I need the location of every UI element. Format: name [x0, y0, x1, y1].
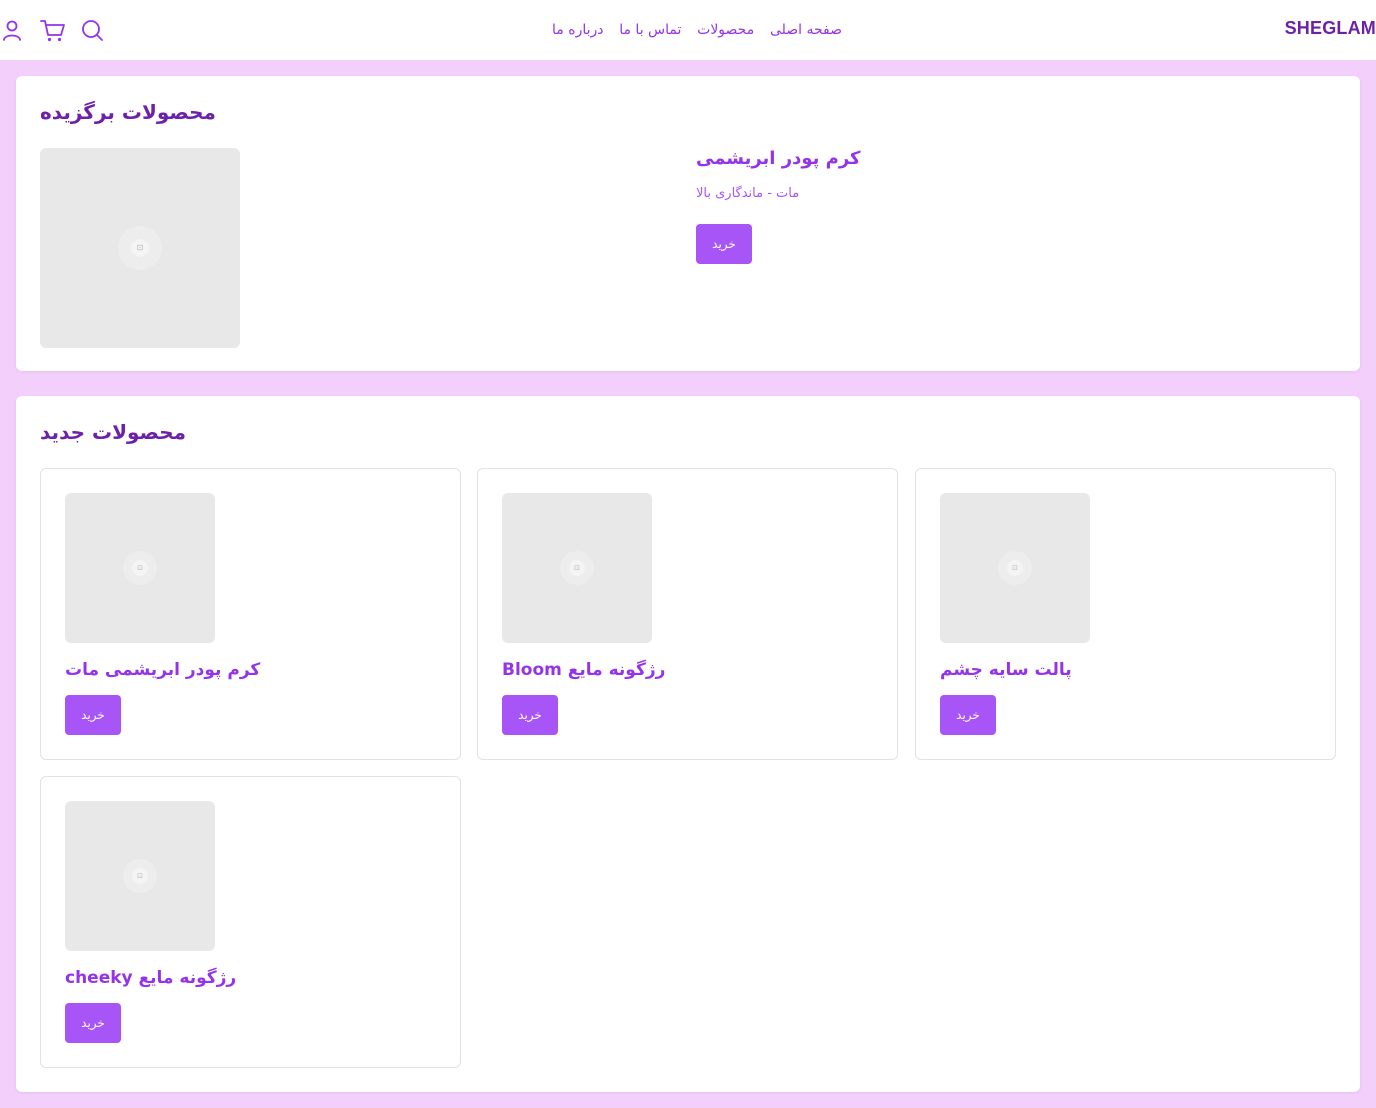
- product-card: ⊡ رژگونه مایع cheeky خرید: [40, 776, 461, 1068]
- new-products-section: محصولات جدید ⊡ پالت سایه چشم خرید ⊡ رژگو…: [16, 396, 1360, 1092]
- site-header: درباره ما تماس با ما محصولات صفحه اصلی S…: [0, 0, 1376, 60]
- image-placeholder-icon: ⊡: [131, 239, 149, 257]
- nav-products[interactable]: محصولات: [697, 22, 754, 38]
- featured-product-description: مات - ماندگاری بالا: [696, 186, 800, 201]
- buy-button[interactable]: خرید: [65, 695, 121, 735]
- product-image: ⊡: [940, 493, 1090, 643]
- main-nav: درباره ما تماس با ما محصولات صفحه اصلی: [552, 20, 842, 40]
- nav-about[interactable]: درباره ما: [552, 22, 603, 38]
- product-name: پالت سایه چشم: [940, 660, 1072, 680]
- featured-product-name: کرم پودر ابریشمی: [696, 148, 861, 169]
- image-placeholder-icon: ⊡: [1007, 560, 1023, 576]
- nav-contact[interactable]: تماس با ما: [619, 22, 681, 38]
- buy-button[interactable]: خرید: [65, 1003, 121, 1043]
- image-placeholder-icon: ⊡: [132, 560, 148, 576]
- product-name: رژگونه مایع Bloom: [502, 660, 666, 680]
- buy-button[interactable]: خرید: [502, 695, 558, 735]
- product-card: ⊡ پالت سایه چشم خرید: [915, 468, 1336, 760]
- featured-buy-button[interactable]: خرید: [696, 224, 752, 264]
- product-card: ⊡ رژگونه مایع Bloom خرید: [477, 468, 898, 760]
- featured-product-image: ⊡: [40, 148, 240, 348]
- new-products-title: محصولات جدید: [40, 420, 187, 444]
- search-icon[interactable]: [80, 16, 106, 44]
- featured-section: محصولات برگزیده ⊡ کرم پودر ابریشمی مات -…: [16, 76, 1360, 371]
- product-name: کرم پودر ابریشمی مات: [65, 660, 261, 680]
- product-name: رژگونه مایع cheeky: [65, 968, 237, 988]
- image-placeholder-icon: ⊡: [569, 560, 585, 576]
- user-icon[interactable]: [0, 16, 26, 44]
- nav-home[interactable]: صفحه اصلی: [770, 22, 842, 38]
- product-image: ⊡: [65, 801, 215, 951]
- featured-title: محصولات برگزیده: [40, 100, 216, 124]
- product-image: ⊡: [502, 493, 652, 643]
- image-placeholder-icon: ⊡: [132, 868, 148, 884]
- cart-icon[interactable]: [40, 16, 66, 44]
- product-image: ⊡: [65, 493, 215, 643]
- brand-logo[interactable]: SHEGLAM: [1285, 18, 1376, 39]
- buy-button[interactable]: خرید: [940, 695, 996, 735]
- product-card: ⊡ کرم پودر ابریشمی مات خرید: [40, 468, 461, 760]
